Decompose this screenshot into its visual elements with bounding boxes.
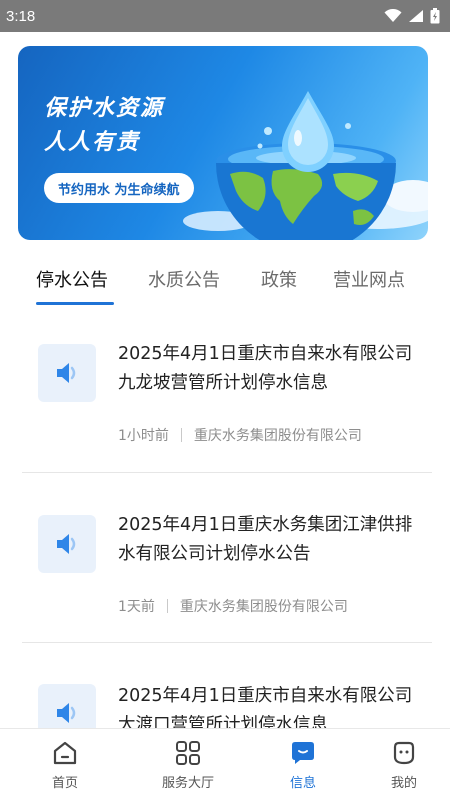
news-source: 重庆水务集团股份有限公司	[179, 599, 348, 615]
status-bar: 3:18	[0, 0, 450, 32]
nav-label: 信息	[289, 776, 316, 791]
nav-messages[interactable]: 信息	[258, 729, 348, 800]
news-title: 2025年4月1日重庆市自来水有限公司大渡口营管所计划停水信息	[118, 686, 413, 730]
news-time: 1小时前	[118, 428, 169, 444]
nav-label: 首页	[51, 776, 78, 791]
status-time: 3:18	[6, 7, 36, 25]
nav-home[interactable]: 首页	[20, 729, 110, 800]
grid-icon	[176, 741, 200, 765]
news-source: 重庆水务集团股份有限公司	[193, 428, 362, 444]
list-item[interactable]: 2025年4月1日重庆水务集团江津供排水有限公司计划停水公告 1天前 重庆水务集…	[22, 490, 432, 640]
speaker-icon	[38, 515, 96, 573]
nav-label: 我的	[390, 776, 417, 791]
nav-service-hall[interactable]: 服务大厅	[143, 729, 233, 800]
banner-title-line1: 保护水资源	[44, 96, 165, 121]
news-meta: 1天前 重庆水务集团股份有限公司	[118, 596, 348, 616]
news-list: 2025年4月1日重庆市自来水有限公司九龙坡营管所计划停水信息 1小时前 重庆水…	[0, 320, 450, 730]
wifi-icon	[384, 9, 402, 22]
profile-icon	[393, 741, 415, 765]
home-icon	[53, 741, 77, 765]
battery-charging-icon	[430, 8, 440, 24]
divider	[22, 642, 432, 643]
nav-profile[interactable]: 我的	[359, 729, 449, 800]
tab-policy[interactable]: 政策	[261, 266, 297, 292]
bottom-nav: 首页 服务大厅 信息 我的	[0, 728, 450, 800]
meta-divider	[180, 428, 182, 442]
active-tab-indicator	[36, 302, 114, 305]
banner-slogan-pill: 节约用水 为生命续航	[44, 173, 194, 203]
list-item[interactable]: 2025年4月1日重庆市自来水有限公司大渡口营管所计划停水信息	[22, 662, 432, 730]
speaker-icon	[38, 684, 96, 730]
news-time: 1天前	[118, 599, 155, 615]
signal-icon	[409, 10, 423, 22]
category-tabs: 停水公告 水质公告 政策 营业网点	[0, 258, 450, 308]
news-title: 2025年4月1日重庆市自来水有限公司九龙坡营管所计划停水信息	[118, 344, 413, 393]
news-title: 2025年4月1日重庆水务集团江津供排水有限公司计划停水公告	[118, 515, 413, 564]
list-item[interactable]: 2025年4月1日重庆市自来水有限公司九龙坡营管所计划停水信息 1小时前 重庆水…	[22, 320, 432, 470]
banner-title-line2: 人人有责	[44, 130, 141, 155]
message-icon	[292, 742, 314, 764]
status-icons	[384, 8, 440, 24]
speaker-icon	[38, 344, 96, 402]
promo-banner[interactable]: 保护水资源 人人有责 节约用水 为生命续航	[18, 46, 428, 240]
divider	[22, 472, 432, 473]
tab-outage-notice[interactable]: 停水公告	[36, 266, 108, 292]
tab-water-quality[interactable]: 水质公告	[148, 266, 220, 292]
tab-service-outlets[interactable]: 营业网点	[333, 266, 405, 292]
nav-label: 服务大厅	[161, 776, 214, 791]
meta-divider	[166, 599, 168, 613]
news-meta: 1小时前 重庆水务集团股份有限公司	[118, 425, 362, 445]
